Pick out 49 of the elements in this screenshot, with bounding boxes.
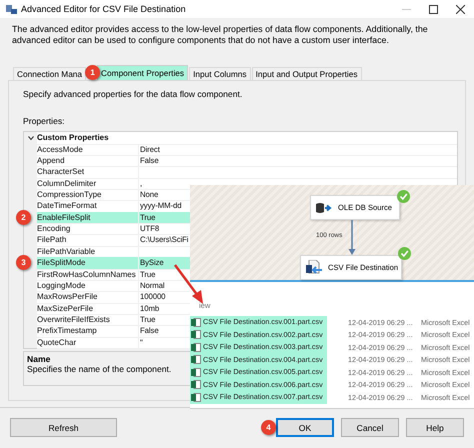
property-name[interactable]: QuoteChar (37, 336, 139, 350)
dialog-button[interactable]: Refresh (10, 418, 117, 438)
property-name[interactable]: PrefixTimestamp (37, 325, 139, 338)
database-icon (316, 202, 332, 214)
property-name[interactable]: Encoding (37, 223, 139, 236)
callout-badge: 1 (85, 65, 100, 80)
spreadsheet-file-icon (191, 368, 201, 377)
spreadsheet-file-icon (191, 355, 201, 364)
property-name[interactable]: CharacterSet (37, 166, 139, 179)
help-text: Specifies the name of the component. (27, 364, 172, 374)
description-text: The advanced editor provides access to the low-level properties of data flow components. Additionally, the advanced editor can be used to configure components that do not have a custom user interface. (12, 24, 429, 46)
maximize-icon[interactable] (429, 4, 438, 14)
dialog-button[interactable]: Cancel (341, 418, 399, 438)
property-name[interactable]: OverwriteFileIfExists (37, 314, 139, 326)
property-name[interactable]: MaxSizePerFile (37, 302, 139, 315)
property-name[interactable]: AccessMode (37, 144, 139, 156)
callout-badge: 3 (16, 255, 31, 270)
app-icon (6, 4, 17, 14)
dialog-button[interactable]: Help (406, 418, 464, 438)
property-name[interactable]: FileSplitMode (37, 257, 139, 270)
tab[interactable]: Input Columns (189, 67, 251, 80)
property-name[interactable]: CompressionType (37, 188, 139, 202)
callout-badge: 4 (261, 420, 276, 436)
spreadsheet-file-icon (191, 392, 201, 402)
property-name[interactable]: ColumnDelimiter (37, 178, 139, 190)
tab[interactable]: Input and Output Properties (252, 67, 362, 80)
property-name[interactable]: MaxRowsPerFile (37, 291, 139, 304)
property-name[interactable]: Append (37, 154, 139, 168)
help-title: Name (27, 354, 50, 364)
callout-badge: 2 (16, 210, 31, 225)
property-name[interactable]: FilePath (37, 234, 139, 247)
expand-icon[interactable] (28, 135, 34, 142)
property-name[interactable]: LoggingMode (37, 280, 139, 292)
spreadsheet-file-icon (191, 342, 201, 352)
spreadsheet-file-icon (191, 330, 201, 340)
instruction-text: Specify advanced properties for the data flow component. (23, 89, 244, 100)
properties-label: Properties: (23, 116, 66, 126)
dialog-button[interactable]: OK (276, 418, 334, 438)
tab[interactable]: Component Properties (97, 65, 188, 80)
property-name[interactable]: EnableFileSplit (37, 212, 139, 224)
file-icon (306, 260, 322, 275)
spreadsheet-file-icon (191, 318, 201, 327)
category-label: Custom Properties (37, 132, 457, 145)
connector-arrow[interactable] (348, 220, 356, 255)
window-title: Advanced Editor for CSV File Destination (21, 4, 187, 14)
spreadsheet-file-icon (191, 380, 201, 390)
close-icon[interactable] (456, 4, 465, 14)
property-name[interactable]: FirstRowHasColumnNames (37, 268, 139, 281)
tab[interactable]: Connection Mana (13, 67, 86, 80)
